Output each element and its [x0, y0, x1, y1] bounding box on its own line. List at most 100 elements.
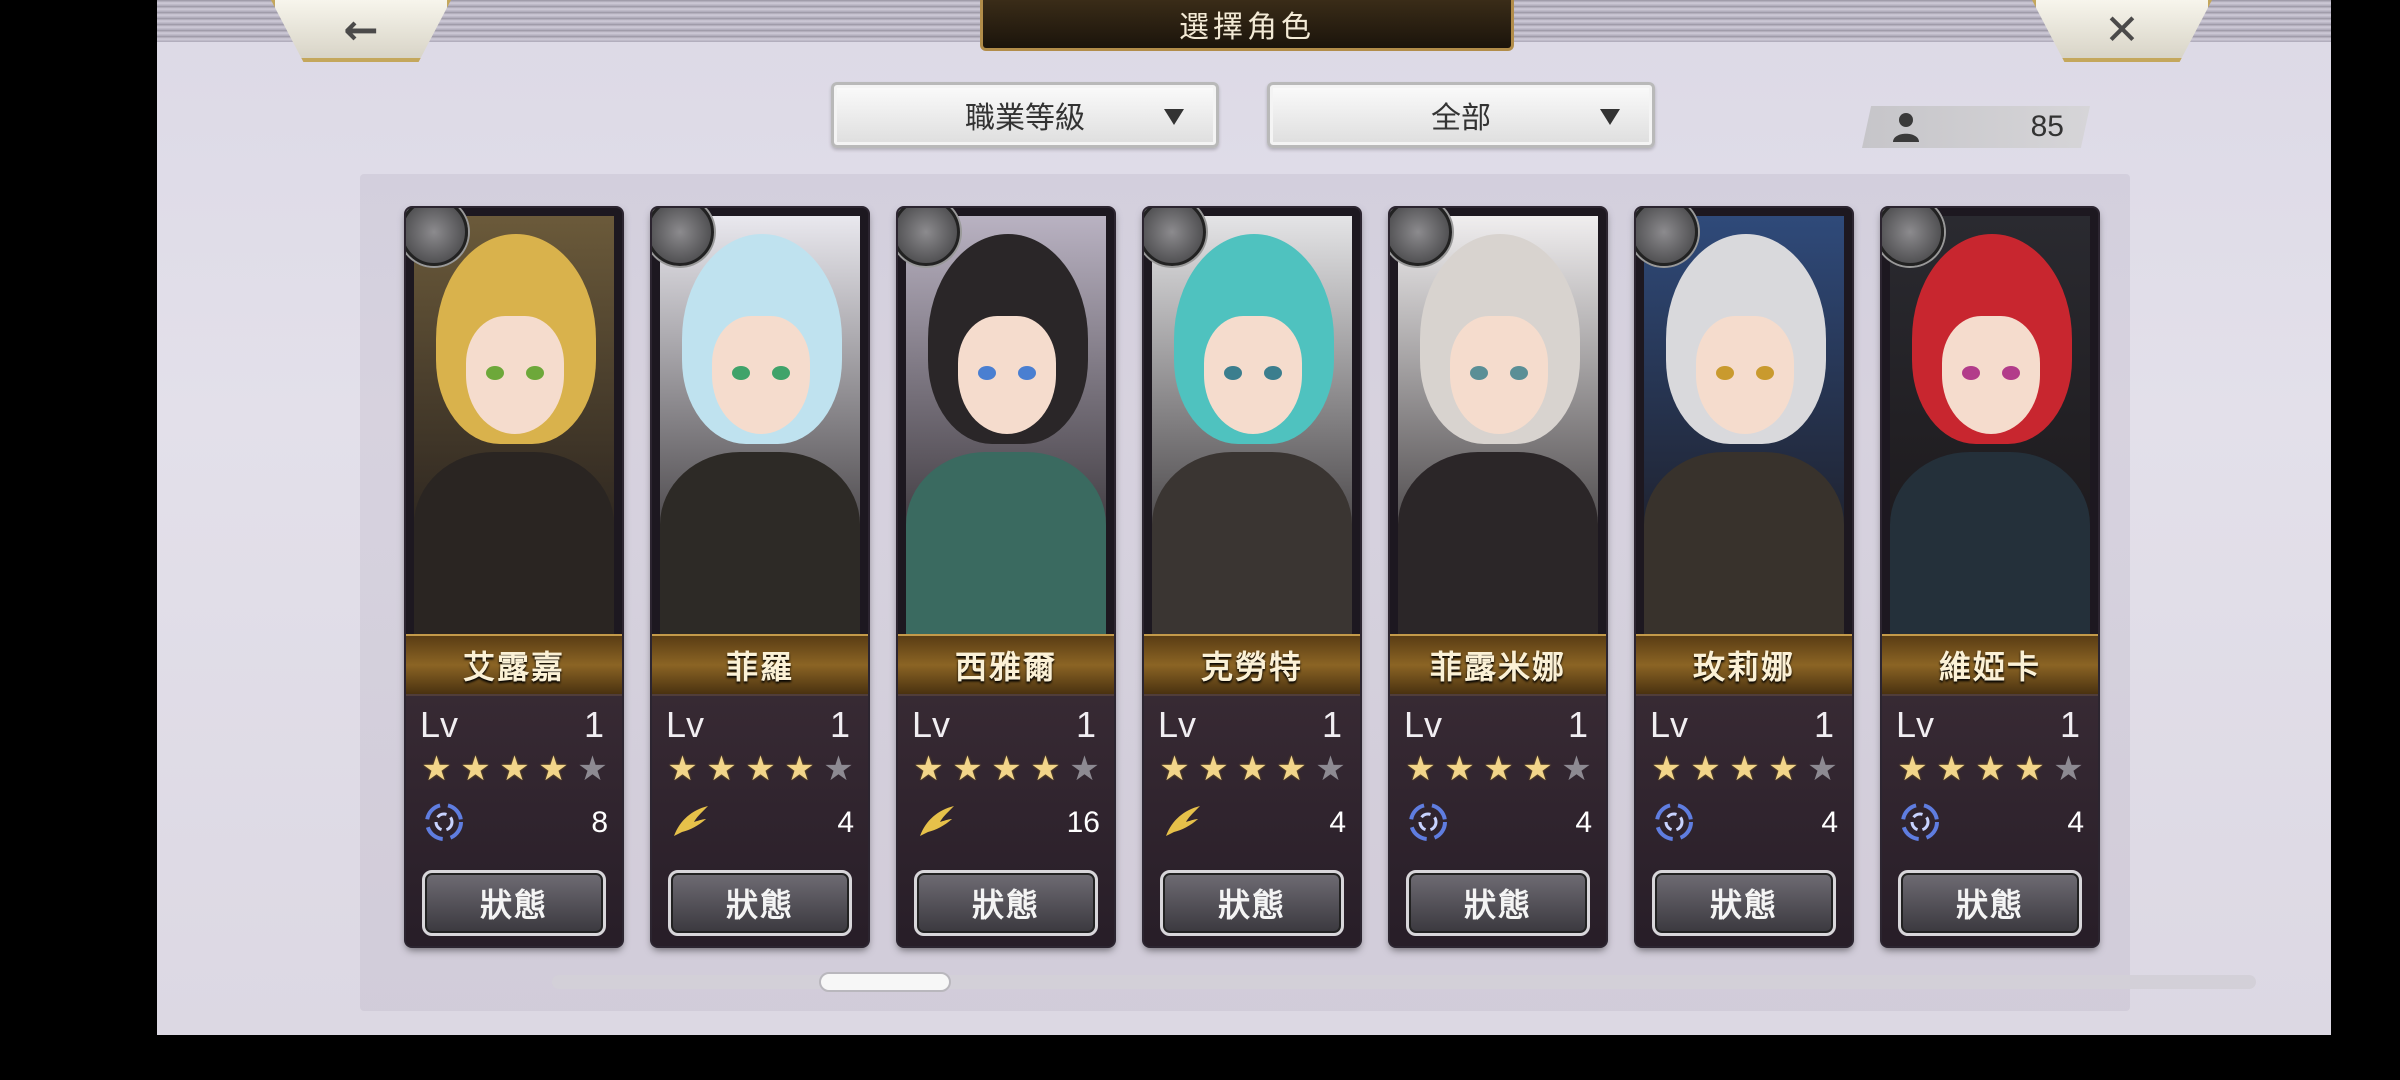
character-card[interactable]: 菲羅 Lv 1 ★ ★ ★ ★ ★ 4 狀態	[652, 208, 868, 946]
character-count: 85	[2030, 110, 2064, 143]
star-rating: ★ ★ ★ ★ ★	[1894, 752, 2090, 786]
character-name: 西雅爾	[898, 634, 1114, 696]
character-portrait	[414, 216, 614, 634]
character-stats: Lv 1 ★ ★ ★ ★ ★ 16 狀態	[898, 694, 1114, 946]
star-rating: ★ ★ ★ ★ ★	[664, 752, 860, 786]
category-dropdown[interactable]: 全部	[1267, 82, 1655, 148]
status-button[interactable]: 狀態	[1898, 870, 2082, 936]
star-icon: ★	[1315, 749, 1346, 789]
character-stats: Lv 1 ★ ★ ★ ★ ★ 8 狀態	[406, 694, 622, 946]
status-button[interactable]: 狀態	[1160, 870, 1344, 936]
character-name: 菲露米娜	[1390, 634, 1606, 696]
status-button[interactable]: 狀態	[422, 870, 606, 936]
character-portrait	[1644, 216, 1844, 634]
character-card[interactable]: 克勞特 Lv 1 ★ ★ ★ ★ ★ 4 狀態	[1144, 208, 1360, 946]
character-stats: Lv 1 ★ ★ ★ ★ ★ 4 狀態	[652, 694, 868, 946]
star-icon: ★	[1768, 749, 1799, 789]
wing-element-icon	[1166, 806, 1200, 836]
element-value: 4	[1329, 806, 1346, 839]
star-icon: ★	[2014, 749, 2045, 789]
character-name: 菲羅	[652, 634, 868, 696]
star-icon: ★	[1522, 749, 1553, 789]
level-value: 1	[829, 704, 850, 745]
status-button[interactable]: 狀態	[914, 870, 1098, 936]
character-stats: Lv 1 ★ ★ ★ ★ ★ 4 狀態	[1636, 694, 1852, 946]
character-card[interactable]: 玫莉娜 Lv 1 ★ ★ ★ ★ ★ 4 狀態	[1636, 208, 1852, 946]
character-name: 艾露嘉	[406, 634, 622, 696]
wing-element-icon	[920, 806, 954, 836]
level-label: Lv	[1650, 704, 1689, 745]
star-rating: ★ ★ ★ ★ ★	[418, 752, 614, 786]
star-icon: ★	[1690, 749, 1721, 789]
back-arrow-icon: ←	[343, 4, 379, 54]
horizontal-scrollbar-thumb[interactable]	[819, 972, 952, 992]
star-icon: ★	[421, 749, 452, 789]
star-icon: ★	[1069, 749, 1100, 789]
level-value: 1	[1321, 704, 1342, 745]
level-label: Lv	[912, 704, 951, 745]
star-icon: ★	[1198, 749, 1229, 789]
vortex-element-icon	[1901, 803, 1939, 841]
star-rating: ★ ★ ★ ★ ★	[910, 752, 1106, 786]
star-icon: ★	[823, 749, 854, 789]
star-icon: ★	[1561, 749, 1592, 789]
character-portrait	[1398, 216, 1598, 634]
vortex-element-icon	[425, 803, 463, 841]
close-button[interactable]: ✕	[2032, 0, 2212, 62]
character-stats: Lv 1 ★ ★ ★ ★ ★ 4 狀態	[1882, 694, 2098, 946]
status-button[interactable]: 狀態	[1652, 870, 1836, 936]
star-icon: ★	[538, 749, 569, 789]
character-card[interactable]: 維婭卡 Lv 1 ★ ★ ★ ★ ★ 4 狀態	[1882, 208, 2098, 946]
star-icon: ★	[1405, 749, 1436, 789]
level-label: Lv	[1896, 704, 1935, 745]
character-card[interactable]: 西雅爾 Lv 1 ★ ★ ★ ★ ★ 16 狀態	[898, 208, 1114, 946]
job-level-label: 職業等級	[965, 101, 1085, 136]
character-name: 玫莉娜	[1636, 634, 1852, 696]
level-value: 1	[583, 704, 604, 745]
star-rating: ★ ★ ★ ★ ★	[1648, 752, 1844, 786]
element-value: 16	[1066, 806, 1100, 839]
character-card[interactable]: 菲露米娜 Lv 1 ★ ★ ★ ★ ★ 4 狀態	[1390, 208, 1606, 946]
star-icon: ★	[460, 749, 491, 789]
wing-element-icon	[674, 806, 708, 836]
star-icon: ★	[784, 749, 815, 789]
job-level-dropdown[interactable]: 職業等級	[831, 82, 1219, 148]
star-icon: ★	[1159, 749, 1190, 789]
star-icon: ★	[1897, 749, 1928, 789]
character-portrait	[1152, 216, 1352, 634]
star-icon: ★	[1444, 749, 1475, 789]
star-icon: ★	[577, 749, 608, 789]
level-label: Lv	[1158, 704, 1197, 745]
vortex-element-icon	[1655, 803, 1693, 841]
chevron-down-icon	[1164, 109, 1184, 125]
close-icon: ✕	[2104, 4, 2140, 54]
character-name: 維婭卡	[1882, 634, 2098, 696]
horizontal-scrollbar-track[interactable]	[552, 975, 2256, 989]
chevron-down-icon	[1600, 109, 1620, 125]
star-icon: ★	[1030, 749, 1061, 789]
person-icon	[1893, 113, 1919, 142]
star-icon: ★	[2053, 749, 2084, 789]
level-value: 1	[1075, 704, 1096, 745]
category-label: 全部	[1431, 101, 1491, 136]
star-icon: ★	[1975, 749, 2006, 789]
element-value: 4	[1821, 806, 1838, 839]
status-button[interactable]: 狀態	[668, 870, 852, 936]
star-icon: ★	[1651, 749, 1682, 789]
status-button[interactable]: 狀態	[1406, 870, 1590, 936]
level-value: 1	[2059, 704, 2080, 745]
star-icon: ★	[499, 749, 530, 789]
character-portrait	[660, 216, 860, 634]
character-portrait	[1890, 216, 2090, 634]
character-card[interactable]: 艾露嘉 Lv 1 ★ ★ ★ ★ ★ 8 狀態	[406, 208, 622, 946]
star-icon: ★	[1276, 749, 1307, 789]
star-icon: ★	[1729, 749, 1760, 789]
element-value: 4	[2067, 806, 2084, 839]
star-icon: ★	[1237, 749, 1268, 789]
star-icon: ★	[913, 749, 944, 789]
vortex-element-icon	[1409, 803, 1447, 841]
element-value: 4	[1575, 806, 1592, 839]
character-stats: Lv 1 ★ ★ ★ ★ ★ 4 狀態	[1144, 694, 1360, 946]
star-icon: ★	[1807, 749, 1838, 789]
back-button[interactable]: ←	[271, 0, 451, 62]
